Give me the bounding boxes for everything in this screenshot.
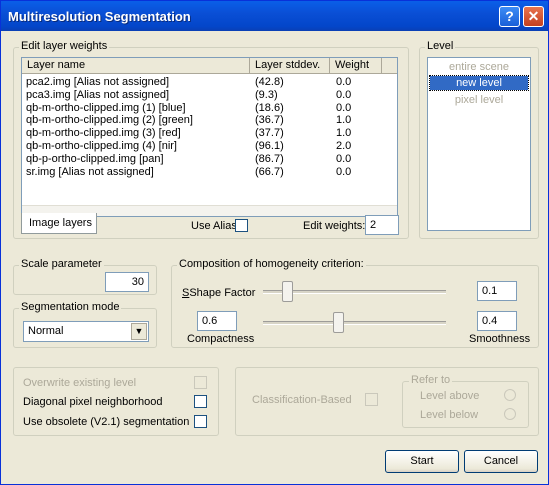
layer-name-cell: qb-m-ortho-clipped.img (3) [red] [26, 127, 181, 140]
homogeneity-label: Composition of homogeneity criterion: [177, 258, 366, 270]
layer-name-cell: pca3.img [Alias not assigned] [26, 88, 170, 101]
tab-image-layers[interactable]: Image layers [21, 213, 97, 234]
segmentation-mode-dropdown[interactable]: Normal ▼ [23, 321, 149, 342]
obsolete-segmentation-checkbox[interactable] [194, 415, 207, 428]
overwrite-existing-level-label: Overwrite existing level [23, 377, 137, 389]
diagonal-neighborhood-checkbox[interactable] [194, 395, 207, 408]
column-header-stddev[interactable]: Layer stddev. [250, 58, 330, 74]
stddev-cell: (86.7) [255, 152, 284, 165]
shape-factor-label: SShape Factor [182, 287, 256, 299]
level-item-new-level[interactable]: new level [429, 75, 529, 91]
edit-weights-label: Edit weights: [303, 220, 366, 232]
column-header-layer-name[interactable]: Layer name [22, 58, 250, 74]
stddev-cell: (37.7) [255, 127, 284, 140]
weight-cell: 0.0 [336, 88, 352, 101]
table-row[interactable]: sr.img [Alias not assigned] (66.7) 0.0 [22, 166, 397, 178]
cancel-button[interactable]: Cancel [464, 450, 538, 473]
obsolete-segmentation-label: Use obsolete (V2.1) segmentation [23, 416, 190, 428]
diagonal-neighborhood-label: Diagonal pixel neighborhood [23, 396, 163, 408]
scale-parameter-input[interactable]: 30 [105, 272, 149, 292]
smoothness-input[interactable]: 0.4 [477, 311, 517, 331]
close-button[interactable]: ✕ [523, 6, 544, 27]
table-row[interactable]: qb-p-ortho-clipped.img [pan] (86.7) 0.0 [22, 153, 397, 165]
weight-cell: 0.0 [336, 165, 352, 178]
level-above-radio[interactable] [504, 389, 516, 401]
layer-name-cell: qb-p-ortho-clipped.img [pan] [26, 152, 164, 165]
chevron-down-icon: ▼ [134, 326, 144, 336]
edit-layer-weights-label: Edit layer weights [19, 40, 110, 52]
segmentation-mode-label: Segmentation mode [19, 301, 122, 313]
layer-name-cell: qb-m-ortho-clipped.img (1) [blue] [26, 101, 186, 114]
level-below-radio[interactable] [504, 408, 516, 420]
weight-cell: 0.0 [336, 152, 352, 165]
dialog-window: Multiresolution Segmentation ? ✕ Edit la… [0, 0, 549, 485]
level-below-label: Level below [420, 409, 479, 421]
layer-name-cell: sr.img [Alias not assigned] [26, 165, 154, 178]
level-label: Level [425, 40, 456, 52]
compactness-slider-thumb[interactable] [333, 312, 344, 333]
layer-name-cell: qb-m-ortho-clipped.img (4) [nir] [26, 140, 177, 152]
weight-cell: 2.0 [336, 140, 352, 152]
column-header-filler [382, 58, 397, 74]
weight-cell: 0.0 [336, 76, 352, 88]
title-bar[interactable]: Multiresolution Segmentation ? ✕ [1, 1, 548, 31]
overwrite-existing-level-checkbox[interactable] [194, 376, 207, 389]
start-button[interactable]: Start [385, 450, 459, 473]
stddev-cell: (66.7) [255, 165, 284, 178]
compactness-slider-track[interactable] [263, 321, 446, 325]
weight-cell: 0.0 [336, 101, 352, 114]
window-title: Multiresolution Segmentation [8, 9, 191, 24]
scale-parameter-label: Scale parameter [19, 258, 104, 270]
classification-based-checkbox[interactable] [365, 393, 378, 406]
compactness-input[interactable]: 0.6 [197, 311, 237, 331]
layer-name-cell: pca2.img [Alias not assigned] [26, 76, 170, 88]
classification-based-label: Classification-Based [252, 394, 352, 406]
edit-weights-input[interactable]: 2 [365, 215, 399, 235]
layer-name-cell: qb-m-ortho-clipped.img (2) [green] [26, 114, 193, 127]
help-button[interactable]: ? [499, 6, 520, 27]
table-row[interactable]: pca3.img [Alias not assigned] (9.3) 0.0 [22, 89, 397, 101]
stddev-cell: (18.6) [255, 101, 284, 114]
refer-to-label: Refer to [409, 374, 453, 386]
stddev-cell: (42.8) [255, 76, 284, 88]
level-list[interactable]: entire scene new level pixel level [427, 57, 531, 231]
column-header-weight[interactable]: Weight [330, 58, 382, 74]
use-alias-checkbox[interactable] [235, 219, 248, 232]
stddev-cell: (36.7) [255, 114, 284, 127]
segmentation-mode-value: Normal [28, 325, 64, 337]
table-row[interactable]: qb-m-ortho-clipped.img (2) [green] (36.7)… [22, 114, 397, 126]
table-row[interactable]: qb-m-ortho-clipped.img (3) [red] (37.7) 1.… [22, 127, 397, 139]
stddev-cell: (9.3) [255, 88, 278, 101]
weight-cell: 1.0 [336, 114, 352, 127]
dropdown-arrow-button[interactable]: ▼ [131, 323, 147, 340]
shape-factor-input[interactable]: 0.1 [477, 281, 517, 301]
use-alias-label: Use Alias [191, 220, 237, 232]
table-row[interactable]: pca2.img [Alias not assigned] (42.8) 0.0 [22, 76, 397, 88]
level-above-label: Level above [420, 390, 480, 402]
table-row[interactable]: qb-m-ortho-clipped.img (1) [blue] (18.6) 0… [22, 102, 397, 114]
level-item-entire-scene[interactable]: entire scene [430, 61, 528, 73]
compactness-label: Compactness [187, 333, 255, 345]
weight-cell: 1.0 [336, 127, 352, 140]
stddev-cell: (96.1) [255, 140, 284, 152]
table-row[interactable]: qb-m-ortho-clipped.img (4) [nir] (96.1) 2.… [22, 140, 397, 152]
shape-factor-slider-thumb[interactable] [282, 281, 293, 302]
level-item-pixel-level[interactable]: pixel level [430, 94, 528, 106]
smoothness-label: Smoothness [469, 333, 531, 345]
layer-list[interactable]: Layer name Layer stddev. Weight pca2.img… [21, 57, 398, 217]
